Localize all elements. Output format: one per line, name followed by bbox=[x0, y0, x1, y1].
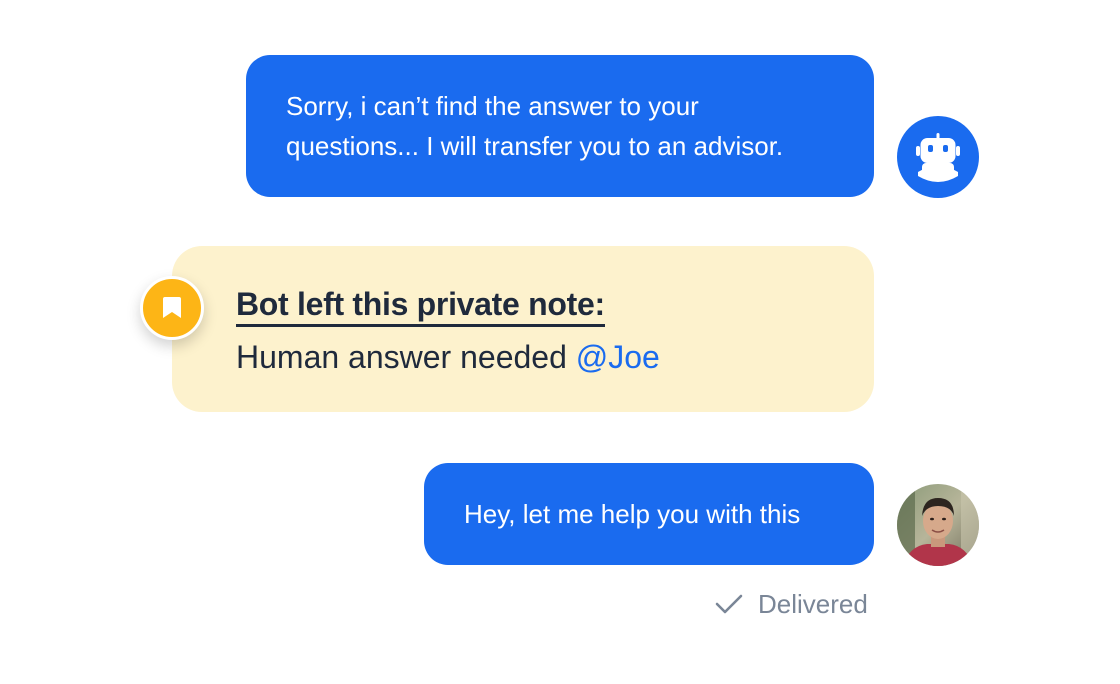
bot-message-line-2: questions... I will transfer you to an a… bbox=[286, 131, 784, 161]
delivery-status: Delivered bbox=[714, 586, 868, 622]
robot-icon bbox=[916, 133, 960, 182]
checkmark-icon bbox=[715, 594, 743, 614]
private-note-title: Bot left this private note: bbox=[236, 284, 605, 327]
delivery-status-label: Delivered bbox=[758, 588, 868, 619]
bot-avatar bbox=[897, 116, 979, 198]
private-note-text: Human answer needed bbox=[236, 339, 576, 375]
private-note: Bot left this private note: Human answer… bbox=[172, 246, 874, 412]
bot-message-line-1: Sorry, i can’t find the answer to your bbox=[286, 91, 699, 121]
agent-photo bbox=[897, 484, 979, 566]
bot-message-bubble: Sorry, i can’t find the answer to your q… bbox=[246, 55, 874, 197]
agent-avatar bbox=[897, 484, 979, 566]
private-note-body: Human answer needed @Joe bbox=[236, 337, 854, 377]
note-badge bbox=[140, 276, 204, 340]
agent-message-bubble: Hey, let me help you with this bbox=[424, 463, 874, 565]
mention-link[interactable]: @Joe bbox=[576, 339, 660, 375]
agent-message-text: Hey, let me help you with this bbox=[464, 499, 801, 529]
bookmark-icon bbox=[163, 297, 181, 318]
